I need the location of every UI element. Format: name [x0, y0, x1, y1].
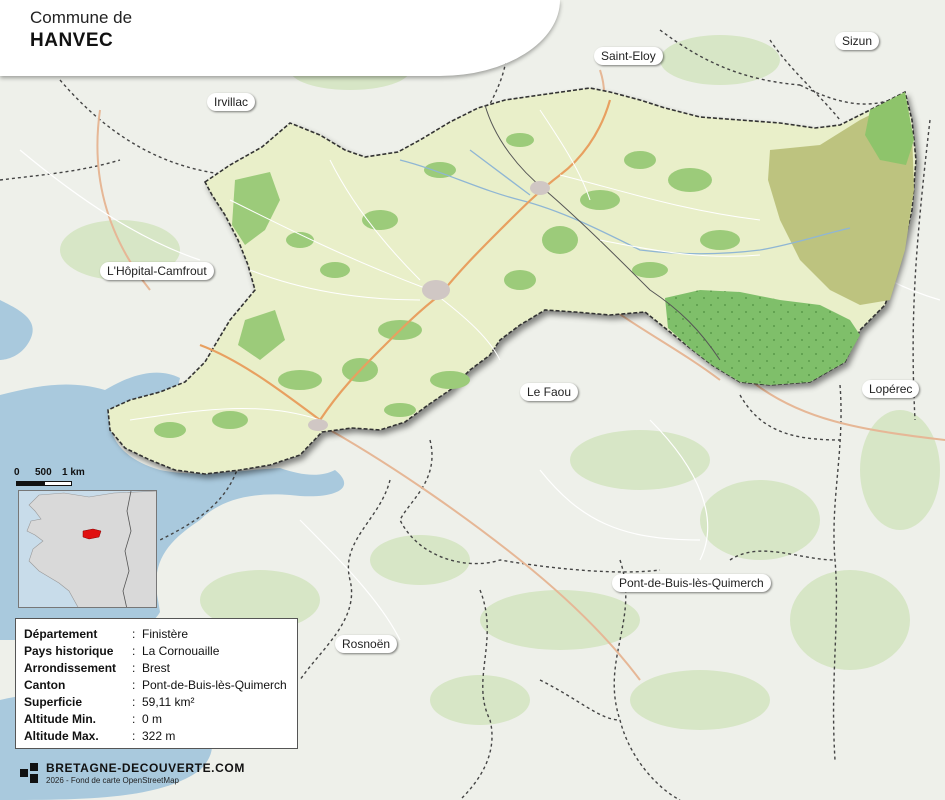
footer-credit: 2026 - Fond de carte OpenStreetMap	[46, 776, 179, 785]
info-value: La Cornouaille	[142, 644, 220, 658]
info-value: Pont-de-Buis-lès-Quimerch	[142, 678, 287, 692]
info-row-pays-historique: Pays historique : La Cornouaille	[24, 643, 289, 660]
place-label-le-faou: Le Faou	[520, 383, 579, 401]
title-commune-name: HANVEC	[30, 30, 114, 51]
info-value: Brest	[142, 661, 171, 675]
place-label-loperec: Lopérec	[862, 380, 920, 398]
scale-segment-1	[16, 481, 44, 486]
place-label-irvillac: Irvillac	[207, 93, 256, 111]
place-label-sizun: Sizun	[835, 32, 880, 50]
info-value: 59,11 km²	[142, 695, 195, 709]
scale-segment-2	[44, 481, 72, 486]
scale-bar: 0 500 1 km	[14, 467, 104, 489]
footer-text: BRETAGNE-DECOUVERTE.COM 2026 - Fond de c…	[46, 761, 245, 785]
info-separator: :	[132, 678, 136, 692]
inset-locator-map	[18, 490, 157, 608]
info-key: Superficie	[24, 695, 83, 709]
place-label-rosnoen: Rosnoën	[335, 635, 398, 653]
scale-label-zero: 0	[14, 467, 20, 478]
place-label-pont-de-buis: Pont-de-Buis-lès-Quimerch	[612, 574, 771, 592]
title-subtitle: Commune de	[30, 8, 133, 27]
brand-logo-icon	[20, 763, 38, 783]
place-label-saint-eloy: Saint-Eloy	[594, 47, 663, 65]
info-value: 322 m	[142, 729, 176, 743]
scale-label-end: 1 km	[62, 467, 85, 478]
inset-svg	[26, 491, 156, 607]
info-table: Département : Finistère Pays historique …	[15, 618, 298, 749]
footer: BRETAGNE-DECOUVERTE.COM 2026 - Fond de c…	[20, 758, 245, 788]
footer-brand[interactable]: BRETAGNE-DECOUVERTE.COM	[46, 761, 245, 775]
info-separator: :	[132, 695, 136, 709]
info-separator: :	[132, 661, 136, 675]
place-label-hopital-camfrout: L'Hôpital-Camfrout	[100, 262, 214, 280]
info-separator: :	[132, 729, 136, 743]
info-key: Département	[24, 627, 98, 641]
info-row-arrondissement: Arrondissement : Brest	[24, 660, 289, 677]
info-value: Finistère	[142, 627, 189, 641]
info-row-altitude-max: Altitude Max. : 322 m	[24, 728, 289, 745]
info-value: 0 m	[142, 712, 163, 726]
title-box: Commune de HANVEC	[0, 0, 560, 76]
info-key: Altitude Min.	[24, 712, 96, 726]
info-separator: :	[132, 627, 136, 641]
info-key: Pays historique	[24, 644, 114, 658]
info-separator: :	[132, 712, 136, 726]
scale-label-mid: 500	[35, 467, 52, 478]
info-row-superficie: Superficie : 59,11 km²	[24, 694, 289, 711]
info-key: Altitude Max.	[24, 729, 99, 743]
info-key: Arrondissement	[24, 661, 117, 675]
info-key: Canton	[24, 678, 66, 692]
info-row-canton: Canton : Pont-de-Buis-lès-Quimerch	[24, 677, 289, 694]
inset-finistere-shape	[26, 491, 156, 607]
info-row-departement: Département : Finistère	[24, 626, 289, 643]
info-row-altitude-min: Altitude Min. : 0 m	[24, 711, 289, 728]
info-separator: :	[132, 644, 136, 658]
